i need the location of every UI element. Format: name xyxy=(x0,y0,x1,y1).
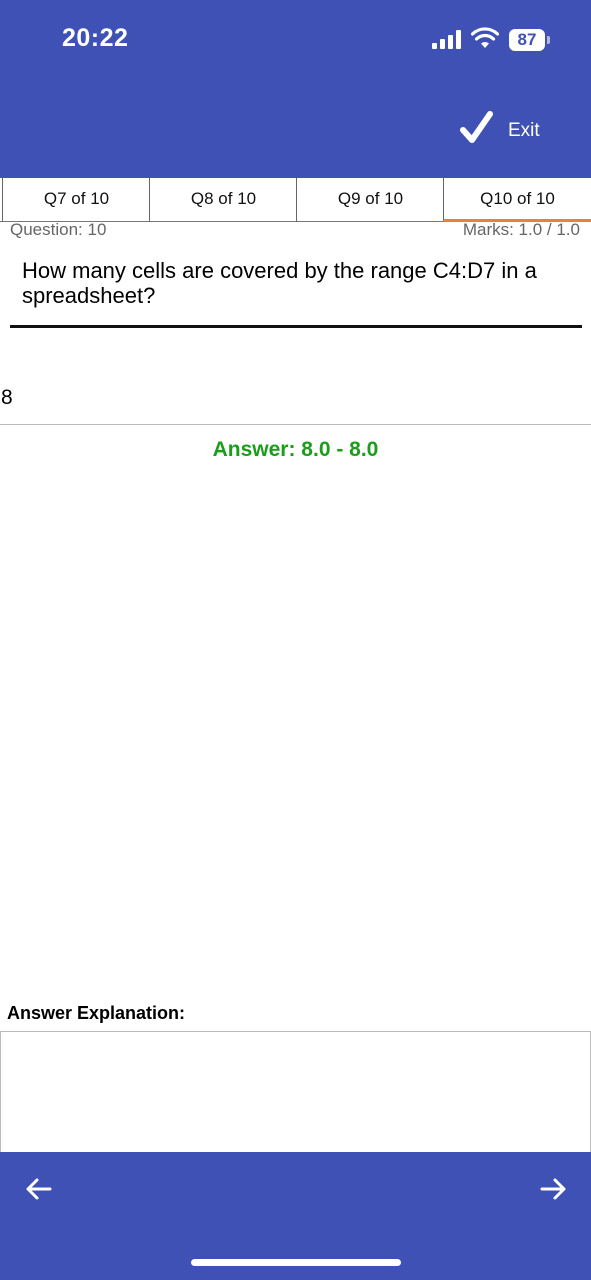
wifi-icon xyxy=(471,27,499,48)
tab-q9[interactable]: Q9 of 10 xyxy=(296,178,444,222)
question-marks: Marks: 1.0 / 1.0 xyxy=(462,220,580,239)
app-header: 20:22 87 Exit xyxy=(0,0,591,178)
question-text: How many cells are covered by the range … xyxy=(22,258,537,308)
home-indicator[interactable] xyxy=(191,1259,401,1266)
question-number: Question: 10 xyxy=(10,220,107,239)
bottom-nav xyxy=(0,1152,591,1280)
correct-answer: Answer: 8.0 - 8.0 xyxy=(212,438,379,461)
arrow-left-icon[interactable] xyxy=(17,1167,61,1211)
tab-q10[interactable]: Q10 of 10 xyxy=(443,178,591,222)
answer-input[interactable] xyxy=(0,372,591,425)
question-divider xyxy=(10,325,582,328)
battery-icon: 87 xyxy=(509,29,550,51)
checkmark-icon xyxy=(460,111,493,143)
exit-button[interactable]: Exit xyxy=(456,106,556,150)
arrow-right-icon[interactable] xyxy=(531,1167,575,1211)
cellular-signal-icon xyxy=(432,30,464,49)
question-tabs: Q7 of 10 Q8 of 10 Q9 of 10 Q10 of 10 xyxy=(0,178,591,222)
explanation-box xyxy=(0,1031,591,1153)
explanation-label: Answer Explanation: xyxy=(7,1003,186,1023)
exit-label: Exit xyxy=(508,120,540,141)
tab-q8[interactable]: Q8 of 10 xyxy=(149,178,297,222)
battery-level: 87 xyxy=(509,29,545,51)
status-time: 20:22 xyxy=(62,24,129,52)
tab-q7[interactable]: Q7 of 10 xyxy=(2,178,150,222)
